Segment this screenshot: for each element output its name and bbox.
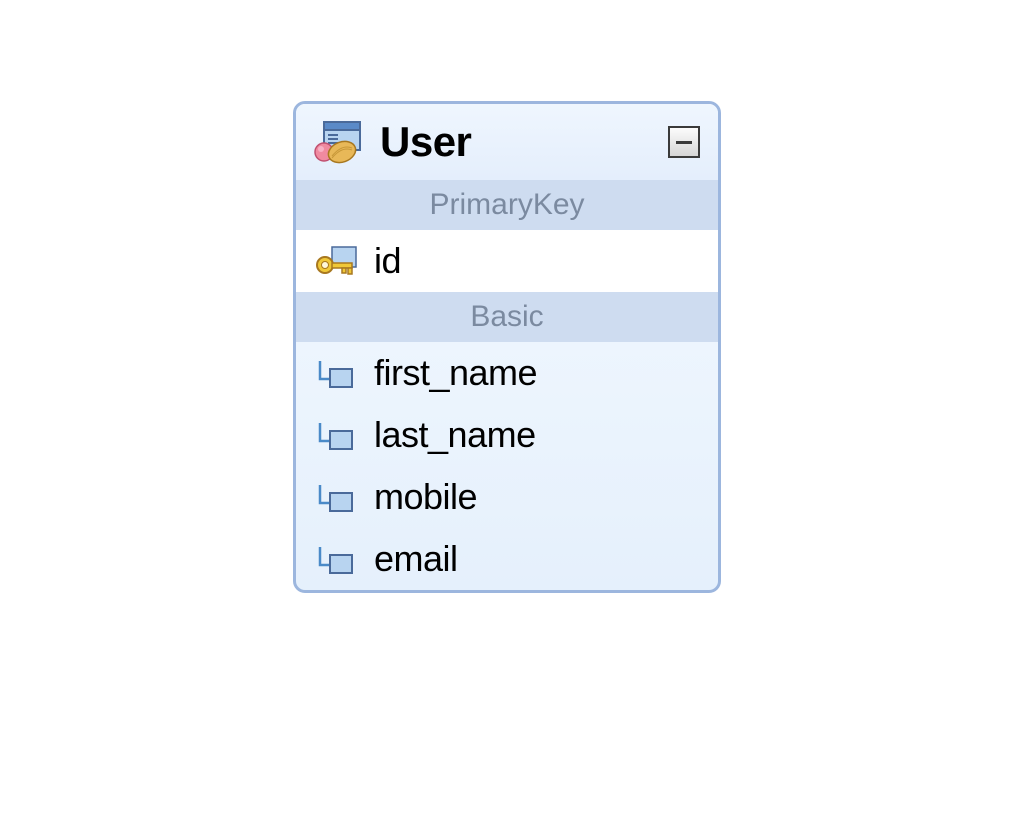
field-name-email: email: [374, 538, 458, 580]
field-name-id: id: [374, 240, 401, 282]
attribute-icon: [314, 541, 358, 577]
entity-title: User: [380, 118, 654, 166]
field-row-email[interactable]: email: [296, 528, 718, 590]
field-name-first-name: first_name: [374, 352, 537, 394]
key-icon: [314, 243, 358, 279]
field-row-first-name[interactable]: first_name: [296, 342, 718, 404]
field-row-last-name[interactable]: last_name: [296, 404, 718, 466]
entity-user[interactable]: User PrimaryKey id Basic first_name: [293, 101, 721, 593]
field-row-mobile[interactable]: mobile: [296, 466, 718, 528]
attribute-icon: [314, 417, 358, 453]
attribute-icon: [314, 479, 358, 515]
entity-icon: [314, 120, 366, 164]
field-row-id[interactable]: id: [296, 230, 718, 292]
collapse-button[interactable]: [668, 126, 700, 158]
section-label-primarykey: PrimaryKey: [296, 180, 718, 230]
field-name-mobile: mobile: [374, 476, 477, 518]
attribute-icon: [314, 355, 358, 391]
section-label-basic: Basic: [296, 292, 718, 342]
entity-header: User: [296, 104, 718, 180]
field-name-last-name: last_name: [374, 414, 536, 456]
